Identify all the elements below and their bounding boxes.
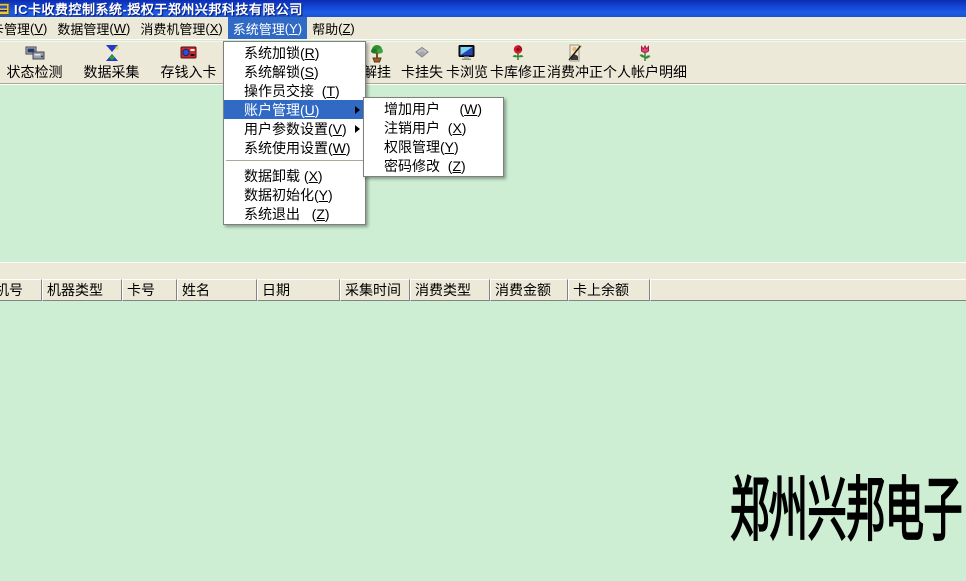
column-header-card-balance[interactable]: 卡上余额: [568, 279, 650, 301]
account-management-submenu: 增加用户 W 注销用户 X 权限管理Y 密码修改 Z: [363, 97, 504, 177]
vendor-watermark: 郑州兴邦电子: [730, 474, 962, 546]
computer-status-icon: [25, 43, 45, 63]
gem-icon: [412, 43, 432, 63]
menu-item-system-usage-settings[interactable]: 系统使用设置W: [224, 138, 365, 157]
menu-item-system-lock[interactable]: 系统加锁R: [224, 43, 365, 62]
window-title: IC卡收费控制系统-授权于郑州兴邦科技有限公司: [14, 0, 303, 18]
menu-item-deregister-user[interactable]: 注销用户 X: [364, 118, 503, 137]
menu-item-system-unlock[interactable]: 系统解锁S: [224, 62, 365, 81]
menu-item-password-change[interactable]: 密码修改 Z: [364, 156, 503, 175]
app-icon: [0, 2, 11, 16]
data-grid-panel: 机号 机器类型 卡号 姓名 日期 采集时间 消费类型 消费金额 卡上余额: [0, 262, 966, 301]
menu-item-data-unload[interactable]: 数据卸载 X: [224, 166, 365, 185]
toolbar: 状态检测 数据采集 存钱入卡: [0, 41, 966, 84]
menubar-item-consumer-machine-management[interactable]: 消费机管理X: [135, 17, 227, 39]
menu-item-permission-management[interactable]: 权限管理Y: [364, 137, 503, 156]
menu-item-system-exit[interactable]: 系统退出 Z: [224, 204, 365, 223]
menu-item-operator-handover[interactable]: 操作员交接 T: [224, 81, 365, 100]
grid-header-row: 机号 机器类型 卡号 姓名 日期 采集时间 消费类型 消费金额 卡上余额: [0, 279, 966, 301]
menu-item-add-user[interactable]: 增加用户 W: [364, 99, 503, 118]
menubar-item-data-management[interactable]: 数据管理W: [52, 17, 135, 39]
data-collect-icon: [102, 43, 122, 63]
column-header-machine-type[interactable]: 机器类型: [42, 279, 122, 301]
column-header-consume-type[interactable]: 消费类型: [410, 279, 490, 301]
toolbar-button-deposit-card[interactable]: 存钱入卡: [150, 43, 227, 83]
system-management-menu: 系统加锁R 系统解锁S 操作员交接 T 账户管理U 用户参数设置V 系统使用设置…: [223, 41, 366, 225]
submenu-arrow-icon: [355, 106, 360, 114]
column-header-collect-time[interactable]: 采集时间: [340, 279, 410, 301]
titlebar: IC卡收费控制系统-授权于郑州兴邦科技有限公司: [0, 0, 966, 17]
tulip-icon: [635, 43, 655, 63]
menu-item-data-initialization[interactable]: 数据初始化Y: [224, 185, 365, 204]
menubar: 卡管理V 数据管理W 消费机管理X 系统管理Y 帮助Z: [0, 17, 966, 40]
menu-item-account-management[interactable]: 账户管理U: [224, 100, 365, 119]
column-header-name[interactable]: 姓名: [177, 279, 257, 301]
rose-icon: [508, 43, 528, 63]
column-header-filler: [650, 279, 966, 301]
column-header-card-no[interactable]: 卡号: [122, 279, 177, 301]
deposit-card-icon: [179, 43, 199, 63]
column-header-date[interactable]: 日期: [257, 279, 340, 301]
toolbar-button-personal-account-detail[interactable]: 个人帐户明细: [597, 43, 693, 83]
menubar-item-help[interactable]: 帮助Z: [307, 17, 360, 39]
menu-item-user-parameter-settings[interactable]: 用户参数设置V: [224, 119, 365, 138]
toolbar-button-data-collect[interactable]: 数据采集: [73, 43, 150, 83]
person-edit-icon: [565, 43, 585, 63]
menubar-item-system-management[interactable]: 系统管理Y: [228, 17, 307, 39]
application-window: IC卡收费控制系统-授权于郑州兴邦科技有限公司 卡管理V 数据管理W 消费机管理…: [0, 0, 966, 581]
tree-icon: [367, 43, 387, 63]
column-header-machine-no[interactable]: 机号: [0, 279, 42, 301]
toolbar-button-status-check[interactable]: 状态检测: [0, 43, 73, 83]
column-header-consume-amount[interactable]: 消费金额: [490, 279, 568, 301]
monitor-icon: [457, 43, 477, 63]
submenu-arrow-icon: [355, 125, 360, 133]
menubar-item-card-management[interactable]: 卡管理V: [0, 17, 52, 39]
